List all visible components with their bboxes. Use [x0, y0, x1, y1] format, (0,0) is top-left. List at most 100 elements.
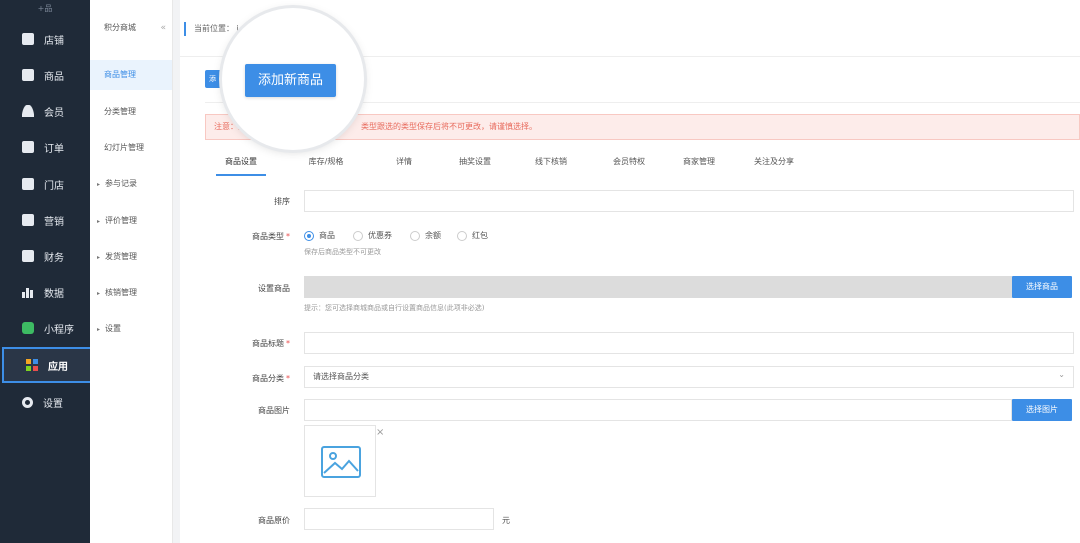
subnav-item-label: 参与记录 — [105, 179, 137, 188]
sidebar-item-member[interactable]: 会员 — [0, 93, 90, 129]
tab-goods-settings[interactable]: 商品设置 — [216, 150, 266, 176]
sidebar-item-label: 数据 — [44, 288, 64, 300]
sub-sidebar-header: 积分商城 « — [90, 0, 172, 56]
sidebar-item-label: 店铺 — [44, 35, 64, 47]
app-root: +品 店铺 商品 会员 订单 门店 营销 财务 数据 小程序 应用 设置 积分商… — [0, 0, 1080, 543]
sidebar-item-label: 订单 — [44, 143, 64, 155]
image-preview — [304, 425, 376, 497]
chevron-down-icon: ⌄ — [1058, 370, 1065, 379]
category-placeholder: 请选择商品分类 — [313, 372, 369, 381]
sub-sidebar-title: 积分商城 — [104, 23, 136, 32]
price-unit: 元 — [502, 516, 510, 525]
sort-input[interactable] — [304, 190, 1074, 212]
goods-type-hint: 保存后商品类型不可更改 — [304, 248, 381, 256]
sidebar-item-label: 应用 — [48, 361, 68, 373]
sub-sidebar: 积分商城 « 商品管理 分类管理 幻灯片管理 ▸ 参与记录 ▸ 评价管理 ▸ 发货管理… — [90, 0, 173, 543]
goods-category-label: 商品分类 * — [252, 374, 290, 383]
image-placeholder-icon — [321, 446, 361, 478]
radio-type-goods[interactable]: 商品 — [304, 230, 335, 241]
sidebar-item-label: 营销 — [44, 216, 64, 228]
sidebar-item-settings[interactable]: 设置 — [0, 384, 90, 420]
subnav-item-settings[interactable]: ▸ 设置 — [90, 314, 172, 344]
subnav-item-participation-records[interactable]: ▸ 参与记录 — [90, 169, 172, 199]
goods-price-input[interactable] — [304, 508, 494, 530]
sort-label: 排序 — [274, 197, 290, 206]
subnav-item-category-manage[interactable]: 分类管理 — [90, 97, 172, 127]
chevron-right-icon: ▸ — [97, 218, 101, 225]
subnav-item-label: 评价管理 — [105, 216, 137, 225]
tab-follow-share[interactable]: 关注及分享 — [744, 150, 804, 176]
select-goods-button[interactable]: 选择商品 — [1012, 276, 1072, 298]
sidebar-item-goods[interactable]: 商品 — [0, 57, 90, 93]
tab-lottery-settings[interactable]: 抽奖设置 — [450, 150, 500, 176]
member-icon — [22, 105, 34, 117]
sidebar-item-apps[interactable]: 应用 — [2, 347, 94, 383]
goods-title-label: 商品标题 * — [252, 339, 290, 348]
tab-details[interactable]: 详情 — [386, 150, 422, 176]
goods-icon — [22, 69, 34, 81]
sidebar-item-label: 财务 — [44, 252, 64, 264]
chevron-right-icon: ▸ — [97, 254, 101, 261]
add-new-goods-button[interactable]: 添加新商品 — [245, 64, 336, 97]
sidebar-item-shop[interactable]: 店铺 — [0, 21, 90, 57]
chevron-right-icon: ▸ — [97, 181, 101, 188]
radio-type-coupon[interactable]: 优惠券 — [353, 230, 392, 241]
marketing-icon — [22, 214, 34, 226]
main-sidebar: +品 店铺 商品 会员 订单 门店 营销 财务 数据 小程序 应用 设置 — [0, 0, 94, 543]
subnav-item-slideshow-manage[interactable]: 幻灯片管理 — [90, 133, 172, 163]
sidebar-item-marketing[interactable]: 营销 — [0, 202, 90, 238]
notice-text: 类型跟选的类型保存后将不可更改，请谨慎选择。 — [361, 122, 537, 131]
tab-stock-spec[interactable]: 库存/规格 — [286, 150, 366, 176]
subnav-item-label: 分类管理 — [104, 107, 136, 116]
sidebar-item-finance[interactable]: 财务 — [0, 238, 90, 274]
order-icon — [22, 141, 34, 153]
subnav-item-review-manage[interactable]: ▸ 评价管理 — [90, 206, 172, 236]
chevron-right-icon: ▸ — [97, 290, 101, 297]
radio-label: 余额 — [425, 231, 441, 240]
logo: +品 — [37, 4, 53, 13]
subnav-item-label: 核销管理 — [105, 288, 137, 297]
radio-label: 优惠券 — [368, 231, 392, 240]
subnav-item-label: 设置 — [105, 324, 121, 333]
goods-image-input[interactable] — [304, 399, 1012, 421]
radio-dot-icon — [410, 230, 420, 241]
subnav-item-shipping-manage[interactable]: ▸ 发货管理 — [90, 242, 172, 272]
radio-dot-icon — [304, 230, 314, 241]
subnav-item-verify-manage[interactable]: ▸ 核销管理 — [90, 278, 172, 308]
goods-category-select[interactable]: 请选择商品分类 ⌄ — [304, 366, 1074, 388]
subnav-item-goods-manage[interactable]: 商品管理 — [90, 60, 172, 90]
subnav-item-label: 发货管理 — [105, 252, 137, 261]
sidebar-item-order[interactable]: 订单 — [0, 129, 90, 165]
subnav-item-label: 幻灯片管理 — [104, 143, 144, 152]
radio-type-balance[interactable]: 余额 — [410, 230, 441, 241]
form-tabs: 商品设置 库存/规格 详情 抽奖设置 线下核销 会员特权 商家管理 关注及分享 — [216, 150, 804, 176]
store-icon — [22, 178, 34, 190]
goods-price-label: 商品原价 — [258, 516, 290, 525]
set-goods-field — [304, 276, 1012, 298]
finance-icon — [22, 250, 34, 262]
goods-image-label: 商品图片 — [258, 406, 290, 415]
chevron-right-icon: ▸ — [97, 326, 101, 333]
sidebar-item-label: 门店 — [44, 180, 64, 192]
tab-offline-verify[interactable]: 线下核销 — [526, 150, 576, 176]
goods-type-label: 商品类型 * — [252, 232, 290, 241]
data-chart-icon — [22, 286, 34, 298]
sidebar-item-label: 设置 — [43, 398, 63, 410]
shop-icon — [22, 33, 34, 45]
radio-type-redpacket[interactable]: 红包 — [457, 230, 488, 241]
sidebar-item-label: 商品 — [44, 71, 64, 83]
sidebar-item-data[interactable]: 数据 — [0, 274, 90, 310]
apps-grid-icon — [26, 359, 38, 371]
radio-dot-icon — [457, 230, 467, 241]
sidebar-item-store[interactable]: 门店 — [0, 166, 90, 202]
sidebar-item-miniprogram[interactable]: 小程序 — [0, 310, 90, 346]
goods-title-input[interactable] — [304, 332, 1074, 354]
close-icon[interactable]: × — [376, 427, 384, 438]
sidebar-item-label: 会员 — [44, 107, 64, 119]
select-image-button[interactable]: 选择图片 — [1012, 399, 1072, 421]
tab-member-privileges[interactable]: 会员特权 — [604, 150, 654, 176]
tab-merchant-manage[interactable]: 商家管理 — [674, 150, 724, 176]
set-goods-hint: 提示：您可选择商城商品或自行设置商品信息(此项非必选) — [304, 304, 485, 312]
breadcrumb: 当前位置： i — [184, 22, 239, 36]
collapse-icon[interactable]: « — [160, 0, 166, 56]
